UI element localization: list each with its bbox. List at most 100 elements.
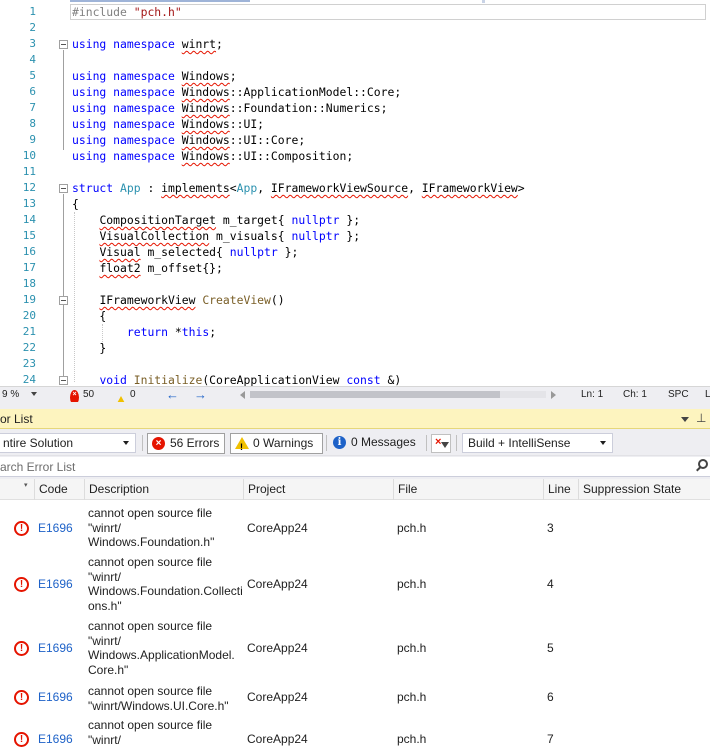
table-row[interactable]: ! E1696 cannot open source file "winrt/ … [0,617,710,681]
search-icon[interactable] [698,459,708,469]
column-header-file[interactable]: File [393,479,543,500]
scroll-left-icon[interactable] [240,391,245,399]
collapse-icon[interactable] [59,40,68,49]
zoom-dropdown[interactable]: 9 % [0,387,40,402]
table-row[interactable]: ! E1696 cannot open source file "winrt/ … [0,504,710,552]
column-options-icon[interactable]: ▾ [24,481,28,489]
table-row[interactable]: ! E1696 cannot open source file "winrt/ … [0,553,710,617]
horizontal-scrollbar[interactable] [240,387,556,402]
error-project: CoreApp24 [247,732,308,746]
pin-icon[interactable]: ⊥ [696,411,706,425]
code-line: { [72,309,107,323]
line-number: 23 [22,357,36,370]
build-source-dropdown[interactable]: Build + IntelliSense [462,433,613,453]
error-line: 4 [547,577,554,591]
code-line: struct App : implements<App, IFrameworkV… [72,181,525,195]
code-line: { [72,197,79,211]
warning-icon [235,437,249,457]
column-header-project[interactable]: Project [243,479,393,500]
warning-count[interactable]: 0 [130,387,136,402]
outlining-margin [56,4,72,385]
error-file[interactable]: pch.h [397,732,426,746]
error-icon: ! [14,732,29,747]
error-line: 5 [547,641,554,655]
error-description: cannot open source file "winrt/ Windows.… [88,619,235,677]
column-header-suppression-state[interactable]: Suppression State [578,479,710,500]
error-project: CoreApp24 [247,521,308,535]
line-number: 17 [22,261,36,274]
scrollbar-thumb[interactable] [250,391,500,398]
error-file[interactable]: pch.h [397,641,426,655]
navigate-forward-icon[interactable]: → [194,387,207,402]
search-input[interactable] [0,457,690,476]
column-header-description[interactable]: Description [84,479,243,500]
error-code[interactable]: E1696 [38,732,73,746]
error-icon: × [152,437,165,450]
separator [426,435,427,451]
window-menu-icon[interactable] [681,417,689,422]
whitespace-mode[interactable]: SPC [668,387,689,402]
collapse-icon[interactable] [59,376,68,385]
line-number: 24 [22,373,36,386]
line-number: 5 [29,69,36,82]
navigate-back-icon[interactable]: ← [166,387,179,402]
code-line: using namespace Windows; [72,69,237,83]
error-file[interactable]: pch.h [397,577,426,591]
error-list-panel: or List ⊥ ntire Solution × 56 Errors 0 W… [0,402,710,749]
column-header-line[interactable]: Line [543,479,578,500]
code-line: IFrameworkView CreateView() [99,293,285,307]
warnings-filter-button[interactable]: 0 Warnings [230,433,323,457]
scroll-right-icon[interactable] [551,391,556,399]
messages-filter-button[interactable]: i 0 Messages [329,433,420,454]
line-number: 4 [29,53,36,66]
code-line: void Initialize(CoreApplicationView cons… [99,373,402,386]
error-line: 7 [547,732,554,746]
error-description: cannot open source file "winrt/Windows.U… [88,684,229,713]
panel-title: or List [0,412,33,426]
clear-filter-button[interactable]: × [431,434,451,453]
error-count[interactable]: 50 [83,387,94,402]
error-code[interactable]: E1696 [38,641,73,655]
error-code[interactable]: E1696 [38,577,73,591]
error-project: CoreApp24 [247,577,308,591]
line-number: 6 [29,85,36,98]
chevron-down-icon [31,392,37,396]
error-line: 6 [547,690,554,704]
code-line: float2 m_offset{}; [99,261,223,275]
code-text[interactable]: #include "pch.h" using namespace winrt; … [70,4,710,386]
line-ending-mode[interactable]: L [705,387,710,402]
error-line: 3 [547,521,554,535]
errors-filter-button[interactable]: × 56 Errors [147,433,225,454]
error-code[interactable]: E1696 [38,521,73,535]
error-file[interactable]: pch.h [397,690,426,704]
line-number: 2 [29,21,36,34]
table-row[interactable]: ! E1696 cannot open source file "winrt/ … [0,716,710,749]
error-code[interactable]: E1696 [38,690,73,704]
code-line: return *this; [126,325,217,339]
line-number: 19 [22,293,36,306]
table-row[interactable]: ! E1696 cannot open source file "winrt/W… [0,682,710,716]
warnings-filter-label: 0 Warnings [253,436,314,450]
collapse-icon[interactable] [59,296,68,305]
separator [326,435,327,451]
column-header-code[interactable]: Code [34,479,84,500]
editor-position-markers [0,0,710,3]
collapse-icon[interactable] [59,184,68,193]
code-editor[interactable]: 1 2 3 4 5 6 7 8 9 10 11 12 13 14 15 16 17 18 19 20 21 22 23 24 … [0,0,710,386]
code-line: CompositionTarget m_target{ nullptr }; [99,213,361,227]
line-number-gutter: 1 2 3 4 5 6 7 8 9 10 11 12 13 14 15 16 17 18 19 20 21 22 23 24 [0,4,36,386]
code-line: #include "pch.h" [70,4,706,20]
line-number: 3 [29,37,36,50]
error-icon: ! [14,521,29,536]
scope-value: ntire Solution [3,436,74,450]
error-file[interactable]: pch.h [397,521,426,535]
code-line: using namespace Windows::UI::Core; [72,133,306,147]
error-description: cannot open source file "winrt/ Windows.… [88,718,236,749]
error-project: CoreApp24 [247,641,308,655]
filter-icon [441,442,449,448]
scope-dropdown[interactable]: ntire Solution [0,433,136,453]
line-number: 7 [29,101,36,114]
